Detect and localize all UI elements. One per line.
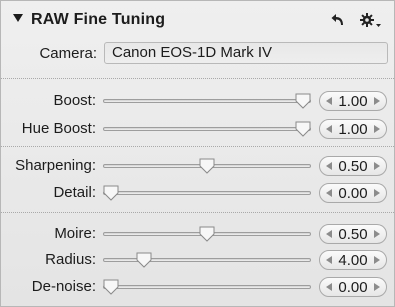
- radius-stepper[interactable]: 4.00: [319, 250, 387, 270]
- de-noise-value[interactable]: 0.00: [334, 279, 372, 296]
- separator: [1, 146, 394, 147]
- decrement-arrow-icon[interactable]: [326, 162, 332, 170]
- increment-arrow-icon[interactable]: [374, 256, 380, 264]
- slider-row-moire: Moire: 0.50: [1, 222, 394, 246]
- hue-boost-slider-track[interactable]: [103, 127, 311, 131]
- radius-label: Radius:: [45, 251, 96, 268]
- decrement-arrow-icon[interactable]: [326, 125, 332, 133]
- gear-icon[interactable]: [360, 13, 384, 34]
- decrement-arrow-icon[interactable]: [326, 97, 332, 105]
- de-noise-stepper[interactable]: 0.00: [319, 277, 387, 297]
- detail-label: Detail:: [53, 184, 96, 201]
- boost-value[interactable]: 1.00: [334, 93, 372, 110]
- boost-stepper[interactable]: 1.00: [319, 91, 387, 111]
- sharpening-stepper[interactable]: 0.50: [319, 156, 387, 176]
- decrement-arrow-icon[interactable]: [326, 230, 332, 238]
- separator: [1, 78, 394, 79]
- hue-boost-value[interactable]: 1.00: [334, 121, 372, 138]
- camera-row: Camera: Canon EOS-1D Mark IV: [1, 42, 394, 68]
- de-noise-label: De-noise:: [31, 278, 96, 295]
- slider-row-sharpening: Sharpening: 0.50: [1, 154, 394, 178]
- moire-stepper[interactable]: 0.50: [319, 224, 387, 244]
- increment-arrow-icon[interactable]: [374, 97, 380, 105]
- sharpening-value[interactable]: 0.50: [334, 158, 372, 175]
- increment-arrow-icon[interactable]: [374, 125, 380, 133]
- hue-boost-label: Hue Boost:: [21, 120, 96, 137]
- increment-arrow-icon[interactable]: [374, 189, 380, 197]
- panel-title: RAW Fine Tuning: [31, 11, 166, 28]
- camera-field: Canon EOS-1D Mark IV: [104, 42, 388, 64]
- undo-icon[interactable]: [331, 13, 347, 32]
- slider-row-detail: Detail: 0.00: [1, 181, 394, 205]
- increment-arrow-icon[interactable]: [374, 283, 380, 291]
- decrement-arrow-icon[interactable]: [326, 189, 332, 197]
- slider-row-hue-boost: Hue Boost: 1.00: [1, 117, 394, 141]
- detail-stepper[interactable]: 0.00: [319, 183, 387, 203]
- detail-slider-track[interactable]: [103, 191, 311, 195]
- de-noise-slider-track[interactable]: [103, 285, 311, 289]
- slider-row-de-noise: De-noise: 0.00: [1, 275, 394, 299]
- decrement-arrow-icon[interactable]: [326, 256, 332, 264]
- disclosure-triangle-icon[interactable]: [13, 14, 23, 22]
- slider-row-boost: Boost: 1.00: [1, 89, 394, 113]
- boost-label: Boost:: [53, 92, 96, 109]
- increment-arrow-icon[interactable]: [374, 162, 380, 170]
- raw-fine-tuning-panel: RAW Fine Tuning Camera: Canon EOS-1D Mar…: [0, 0, 395, 307]
- increment-arrow-icon[interactable]: [374, 230, 380, 238]
- sharpening-label: Sharpening:: [15, 157, 96, 174]
- detail-value[interactable]: 0.00: [334, 185, 372, 202]
- hue-boost-stepper[interactable]: 1.00: [319, 119, 387, 139]
- moire-label: Moire:: [54, 225, 96, 242]
- radius-slider-track[interactable]: [103, 258, 311, 262]
- slider-row-radius: Radius: 4.00: [1, 248, 394, 272]
- moire-value[interactable]: 0.50: [334, 226, 372, 243]
- separator: [1, 212, 394, 213]
- panel-header: RAW Fine Tuning: [1, 1, 394, 41]
- radius-value[interactable]: 4.00: [334, 252, 372, 269]
- boost-slider-track[interactable]: [103, 99, 311, 103]
- decrement-arrow-icon[interactable]: [326, 283, 332, 291]
- camera-label: Camera:: [39, 45, 97, 62]
